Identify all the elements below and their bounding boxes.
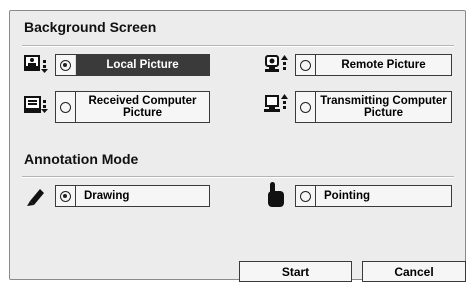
radio-icon	[300, 190, 311, 202]
background-screen-title: Background Screen	[24, 19, 157, 35]
section-divider	[22, 45, 454, 47]
radio-drawing[interactable]	[56, 186, 76, 206]
radio-remote-picture[interactable]	[296, 55, 316, 75]
option-transmitting-computer-picture[interactable]: Transmitting Computer Picture	[295, 91, 452, 123]
start-button[interactable]: Start	[239, 261, 352, 282]
option-label: Remote Picture	[341, 59, 426, 71]
option-local-picture[interactable]: Local Picture	[55, 54, 210, 76]
radio-received-computer-picture[interactable]	[56, 92, 76, 122]
option-remote-picture[interactable]: Remote Picture	[295, 54, 452, 76]
local-picture-icon	[24, 55, 48, 73]
annotation-mode-title: Annotation Mode	[24, 151, 139, 167]
radio-dot-icon	[60, 190, 71, 202]
option-label: Pointing	[324, 190, 370, 202]
received-computer-icon	[24, 96, 48, 113]
radio-icon	[60, 101, 71, 113]
radio-transmitting-computer-picture[interactable]	[296, 92, 316, 122]
section-divider	[22, 176, 454, 178]
radio-pointing[interactable]	[296, 186, 316, 206]
radio-local-picture[interactable]	[56, 55, 76, 75]
radio-dot-icon	[60, 59, 71, 71]
pencil-icon	[27, 189, 44, 206]
option-label: Drawing	[84, 190, 130, 202]
option-pointing[interactable]: Pointing	[295, 185, 452, 207]
option-label: Transmitting Computer Picture	[320, 95, 447, 119]
option-received-computer-picture[interactable]: Received Computer Picture	[55, 91, 210, 123]
cancel-button[interactable]: Cancel	[362, 261, 466, 282]
option-label: Received Computer Picture	[88, 95, 197, 119]
radio-icon	[300, 59, 311, 71]
remote-camera-icon	[265, 55, 288, 72]
option-label: Local Picture	[106, 59, 179, 71]
radio-icon	[300, 101, 311, 113]
pointing-hand-icon	[268, 182, 284, 207]
dialog-panel: Background Screen Local Picture Remote P…	[9, 10, 466, 282]
transmitting-computer-icon	[264, 94, 288, 112]
option-drawing[interactable]: Drawing	[55, 185, 210, 207]
